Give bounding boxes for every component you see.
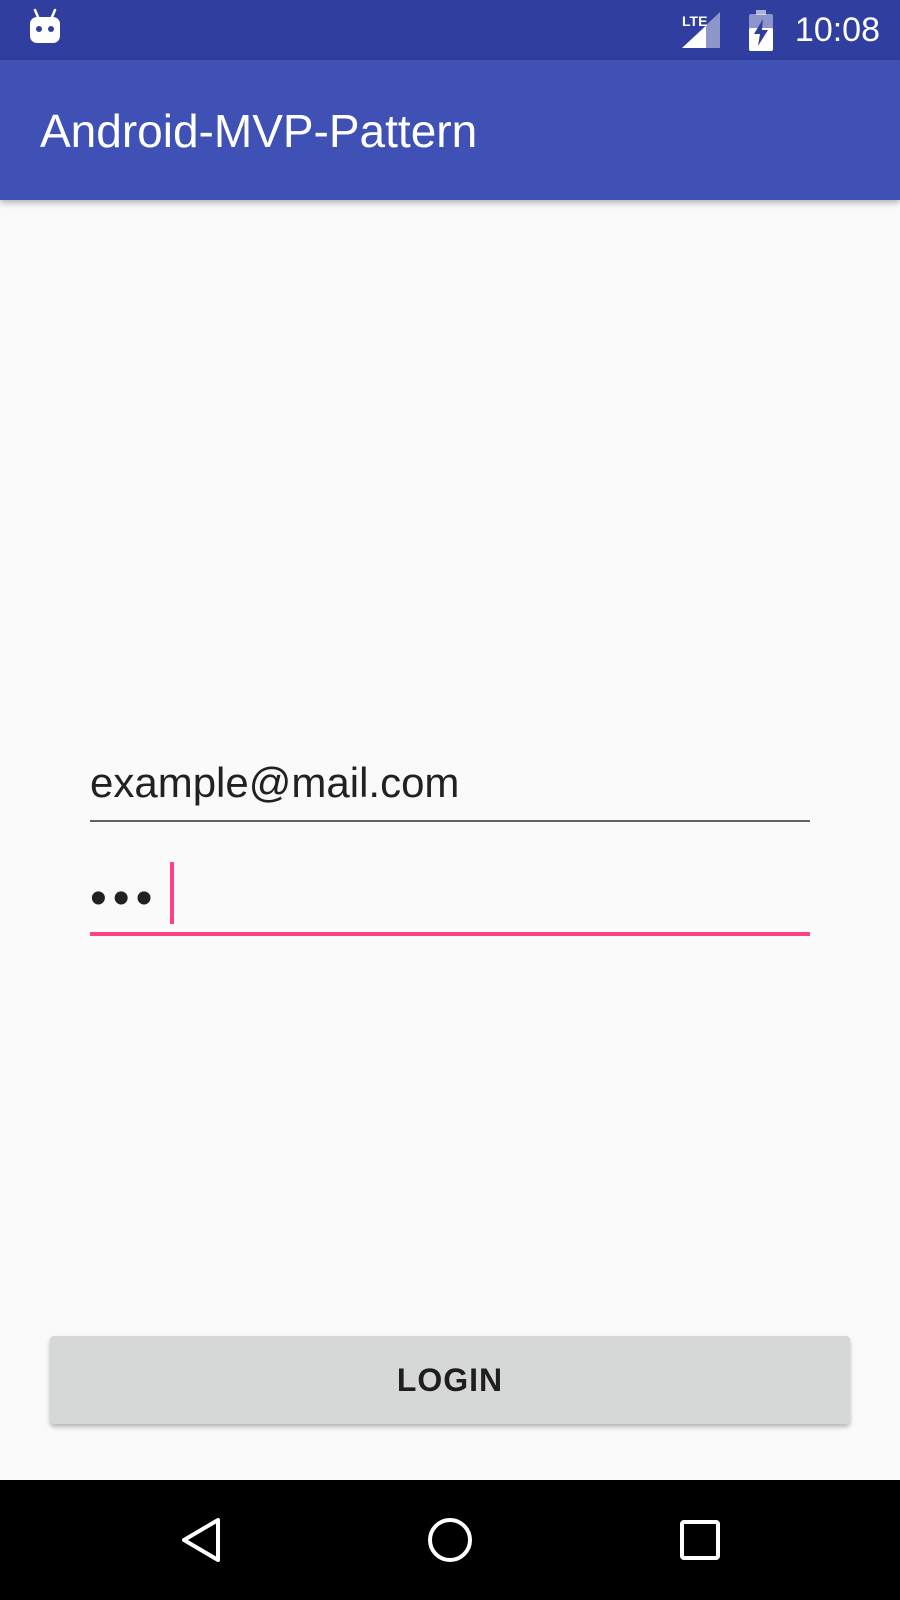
navigation-bar bbox=[0, 1480, 900, 1600]
password-field[interactable]: ••• bbox=[90, 850, 810, 936]
recents-icon[interactable] bbox=[670, 1510, 730, 1570]
login-button[interactable]: LOGIN bbox=[50, 1336, 850, 1424]
back-icon[interactable] bbox=[172, 1510, 232, 1570]
app-title: Android-MVP-Pattern bbox=[40, 105, 478, 157]
password-value: ••• bbox=[90, 872, 159, 925]
login-button-label: LOGIN bbox=[396, 1361, 504, 1398]
lte-signal-icon: LTE bbox=[682, 12, 720, 48]
app-bar: Android-MVP-Pattern bbox=[0, 60, 900, 200]
android-notification-icon bbox=[30, 8, 60, 43]
email-field[interactable]: example@mail.com bbox=[90, 740, 810, 822]
network-label: LTE bbox=[682, 13, 707, 29]
status-clock: 10:08 bbox=[794, 11, 880, 49]
status-bar: LTE 10:08 bbox=[0, 0, 900, 60]
email-value: example@mail.com bbox=[90, 759, 460, 806]
home-icon[interactable] bbox=[420, 1510, 480, 1570]
battery-charging-icon bbox=[749, 10, 773, 51]
text-cursor bbox=[170, 862, 174, 924]
